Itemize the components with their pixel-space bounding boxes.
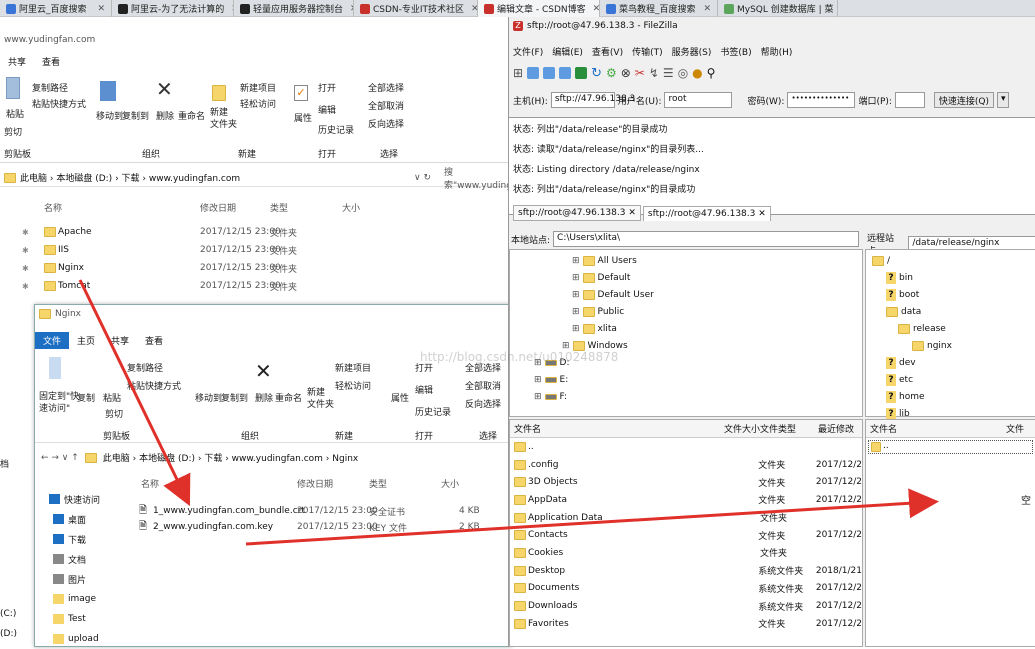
- annotation-arrows: [78, 279, 939, 546]
- arrow-nginx-to-cert: [78, 279, 191, 507]
- arrow-cert-to-remote: [245, 488, 939, 546]
